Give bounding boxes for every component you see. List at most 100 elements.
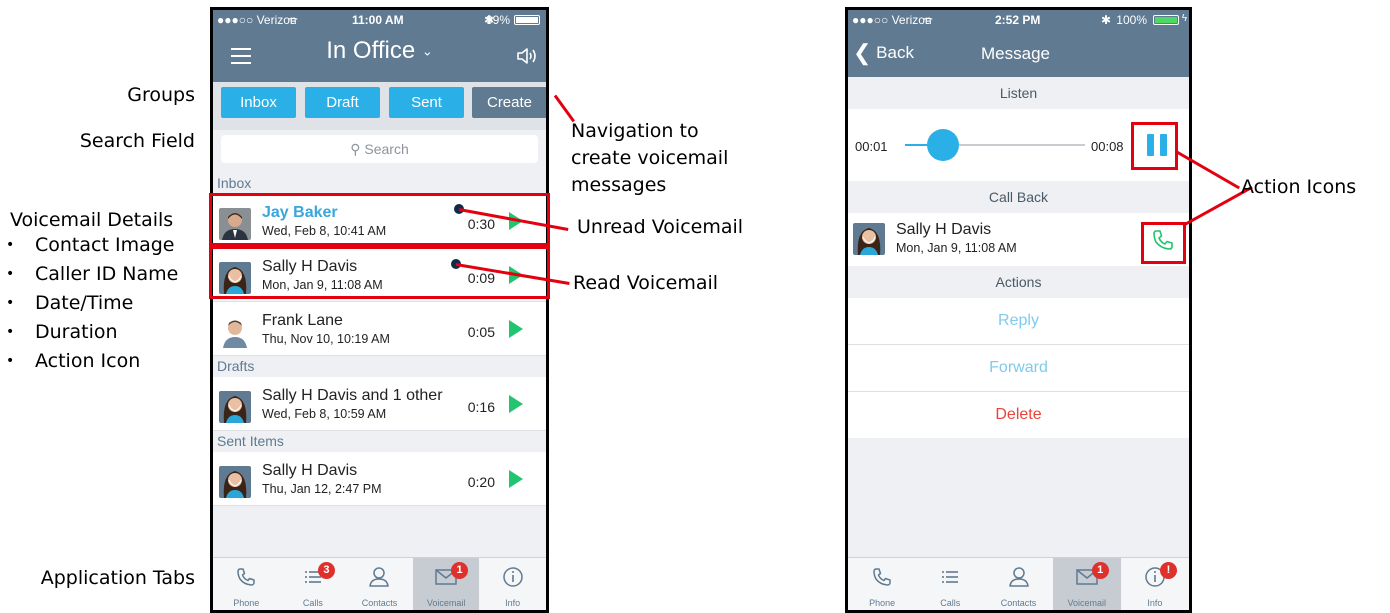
details-item: • Duration (6, 320, 118, 343)
tab-voicemail[interactable]: 1 Voicemail (412, 558, 480, 610)
unread-voicemail-highlight (209, 193, 550, 246)
contact-photo (853, 223, 885, 255)
wifi-icon: ᯤ (288, 15, 299, 27)
list-empty-area (213, 506, 546, 558)
notification-badge: ! (1159, 562, 1177, 579)
details-item: • Action Icon (6, 349, 141, 372)
section-header-drafts: Drafts (213, 356, 546, 377)
voicemail-details-list: • Contact Image • Caller ID Name • Date/Tim… (4, 230, 178, 375)
tab-calls[interactable]: 3 Calls (280, 558, 347, 610)
tab-info[interactable]: ! Info (1121, 558, 1189, 610)
search-bar: ⚲ Search (213, 130, 546, 173)
back-button[interactable]: ❮ Back (853, 40, 914, 65)
tab-contacts[interactable]: Contacts (346, 558, 413, 610)
sent-group-button[interactable]: Sent (389, 87, 464, 118)
pause-icon-highlight (1131, 122, 1178, 170)
read-voicemail-annotation: Read Voicemail (573, 272, 719, 294)
status-bar: ●●●○○ Verizon ᯤ 11:00 AM ✱ 99% (213, 10, 546, 30)
left-phone-screen: ●●●○○ Verizon ᯤ 11:00 AM ✱ 99% In Office… (210, 7, 549, 613)
tab-phone[interactable]: Phone (848, 558, 916, 610)
application-tabs-annotation: Application Tabs (40, 567, 195, 589)
tab-label: Info (505, 598, 521, 608)
voicemail-duration: 0:05 (467, 324, 495, 340)
status-time: 2:52 PM (995, 13, 1041, 27)
total-time: 00:08 (1091, 139, 1124, 154)
tab-bar: Phone Calls Contacts 1 Voicemail! Info (848, 557, 1189, 610)
tab-calls[interactable]: Calls (916, 558, 984, 610)
battery-percent: 99% (485, 13, 510, 27)
location-selector[interactable]: In Office ⌄ (213, 37, 546, 65)
voicemail-date: Thu, Jan 12, 2:47 PM (262, 482, 382, 496)
person-icon (1006, 564, 1032, 595)
progress-fill (905, 144, 927, 146)
tab-label: Phone (233, 598, 260, 608)
inbox-group-button[interactable]: Inbox (221, 87, 296, 118)
battery-icon (514, 15, 540, 25)
contact-photo (219, 316, 251, 348)
search-input[interactable]: ⚲ Search (221, 135, 538, 163)
play-icon[interactable] (508, 469, 524, 489)
tab-label: Calls (302, 598, 323, 608)
tab-phone[interactable]: Phone (213, 558, 280, 610)
charging-icon: ϟ (1181, 13, 1187, 24)
forward-button[interactable]: Forward (848, 345, 1189, 392)
page-title: In Office (326, 37, 416, 64)
contact-photo (219, 391, 251, 423)
create-button[interactable]: Create (472, 87, 546, 118)
tab-label: Contacts (361, 598, 398, 608)
notification-badge: 1 (1091, 562, 1109, 579)
details-item: • Caller ID Name (6, 262, 179, 285)
tab-label: Voicemail (1067, 598, 1106, 608)
contact-photo (219, 466, 251, 498)
tab-label: Info (1147, 598, 1163, 608)
right-phone-screen: ●●●○○ Verizon ᯤ 2:52 PM ✱ 100% ϟ ❮ Back … (845, 7, 1192, 613)
phone-icon (233, 564, 259, 595)
tab-voicemail[interactable]: 1 Voicemail (1052, 558, 1121, 610)
tab-info[interactable]: Info (479, 558, 546, 610)
voicemail-duration: 0:20 (467, 474, 495, 490)
tab-label: Contacts (1000, 598, 1037, 608)
actions-header: Actions (848, 266, 1189, 298)
tab-contacts[interactable]: Contacts (984, 558, 1052, 610)
voicemail-date: Thu, Nov 10, 10:19 AM (262, 332, 390, 346)
section-header-sent-items: Sent Items (213, 431, 546, 452)
search-placeholder: Search (364, 141, 409, 157)
call-back-row: Sally H Davis Mon, Jan 9, 11:08 AM (848, 213, 1189, 266)
create-pointer-line (553, 94, 576, 123)
call-back-header: Call Back (848, 181, 1189, 213)
person-icon (366, 564, 392, 595)
unread-voicemail-annotation: Unread Voicemail (577, 216, 744, 238)
delete-button[interactable]: Delete (848, 392, 1189, 438)
progress-track[interactable] (905, 129, 1085, 161)
action-icons-annotation: Action Icons (1241, 176, 1357, 198)
draft-group-button[interactable]: Draft (305, 87, 380, 118)
play-icon[interactable] (508, 319, 524, 339)
caller-name: Frank Lane (262, 312, 343, 329)
elapsed-time: 00:01 (855, 139, 888, 154)
groups-bar: Inbox Draft Sent Create (213, 82, 546, 130)
chevron-left-icon: ❮ (853, 40, 872, 65)
status-time: 11:00 AM (352, 13, 404, 27)
tab-label: Voicemail (426, 598, 466, 608)
phone-icon (869, 564, 895, 595)
voicemail-date: Wed, Feb 8, 10:59 AM (262, 407, 387, 421)
status-bar: ●●●○○ Verizon ᯤ 2:52 PM ✱ 100% ϟ (848, 10, 1189, 30)
listen-header: Listen (848, 77, 1189, 109)
voicemail-row[interactable]: Sally H Davis and 1 other Wed, Feb 8, 10:… (213, 377, 546, 431)
progress-thumb[interactable] (926, 129, 959, 161)
info-icon (500, 564, 526, 595)
back-label: Back (876, 43, 914, 62)
reply-button[interactable]: Reply (848, 298, 1189, 345)
carrier-label: ●●●○○ Verizon (852, 13, 932, 27)
navigation-annotation-line1: Navigation to (571, 120, 699, 142)
notification-badge: 1 (451, 562, 469, 579)
bluetooth-icon: ✱ (1100, 13, 1111, 27)
voicemail-row[interactable]: Frank Lane Thu, Nov 10, 10:19 AM 0:05 (213, 302, 546, 356)
play-icon[interactable] (508, 394, 524, 414)
avatar (219, 466, 251, 498)
caller-name: Sally H Davis and 1 other (262, 387, 443, 404)
tab-label: Calls (940, 598, 961, 608)
speaker-icon[interactable] (516, 47, 538, 65)
voicemail-row[interactable]: Sally H Davis Thu, Jan 12, 2:47 PM 0:20 (213, 452, 546, 506)
list-icon (937, 564, 963, 595)
